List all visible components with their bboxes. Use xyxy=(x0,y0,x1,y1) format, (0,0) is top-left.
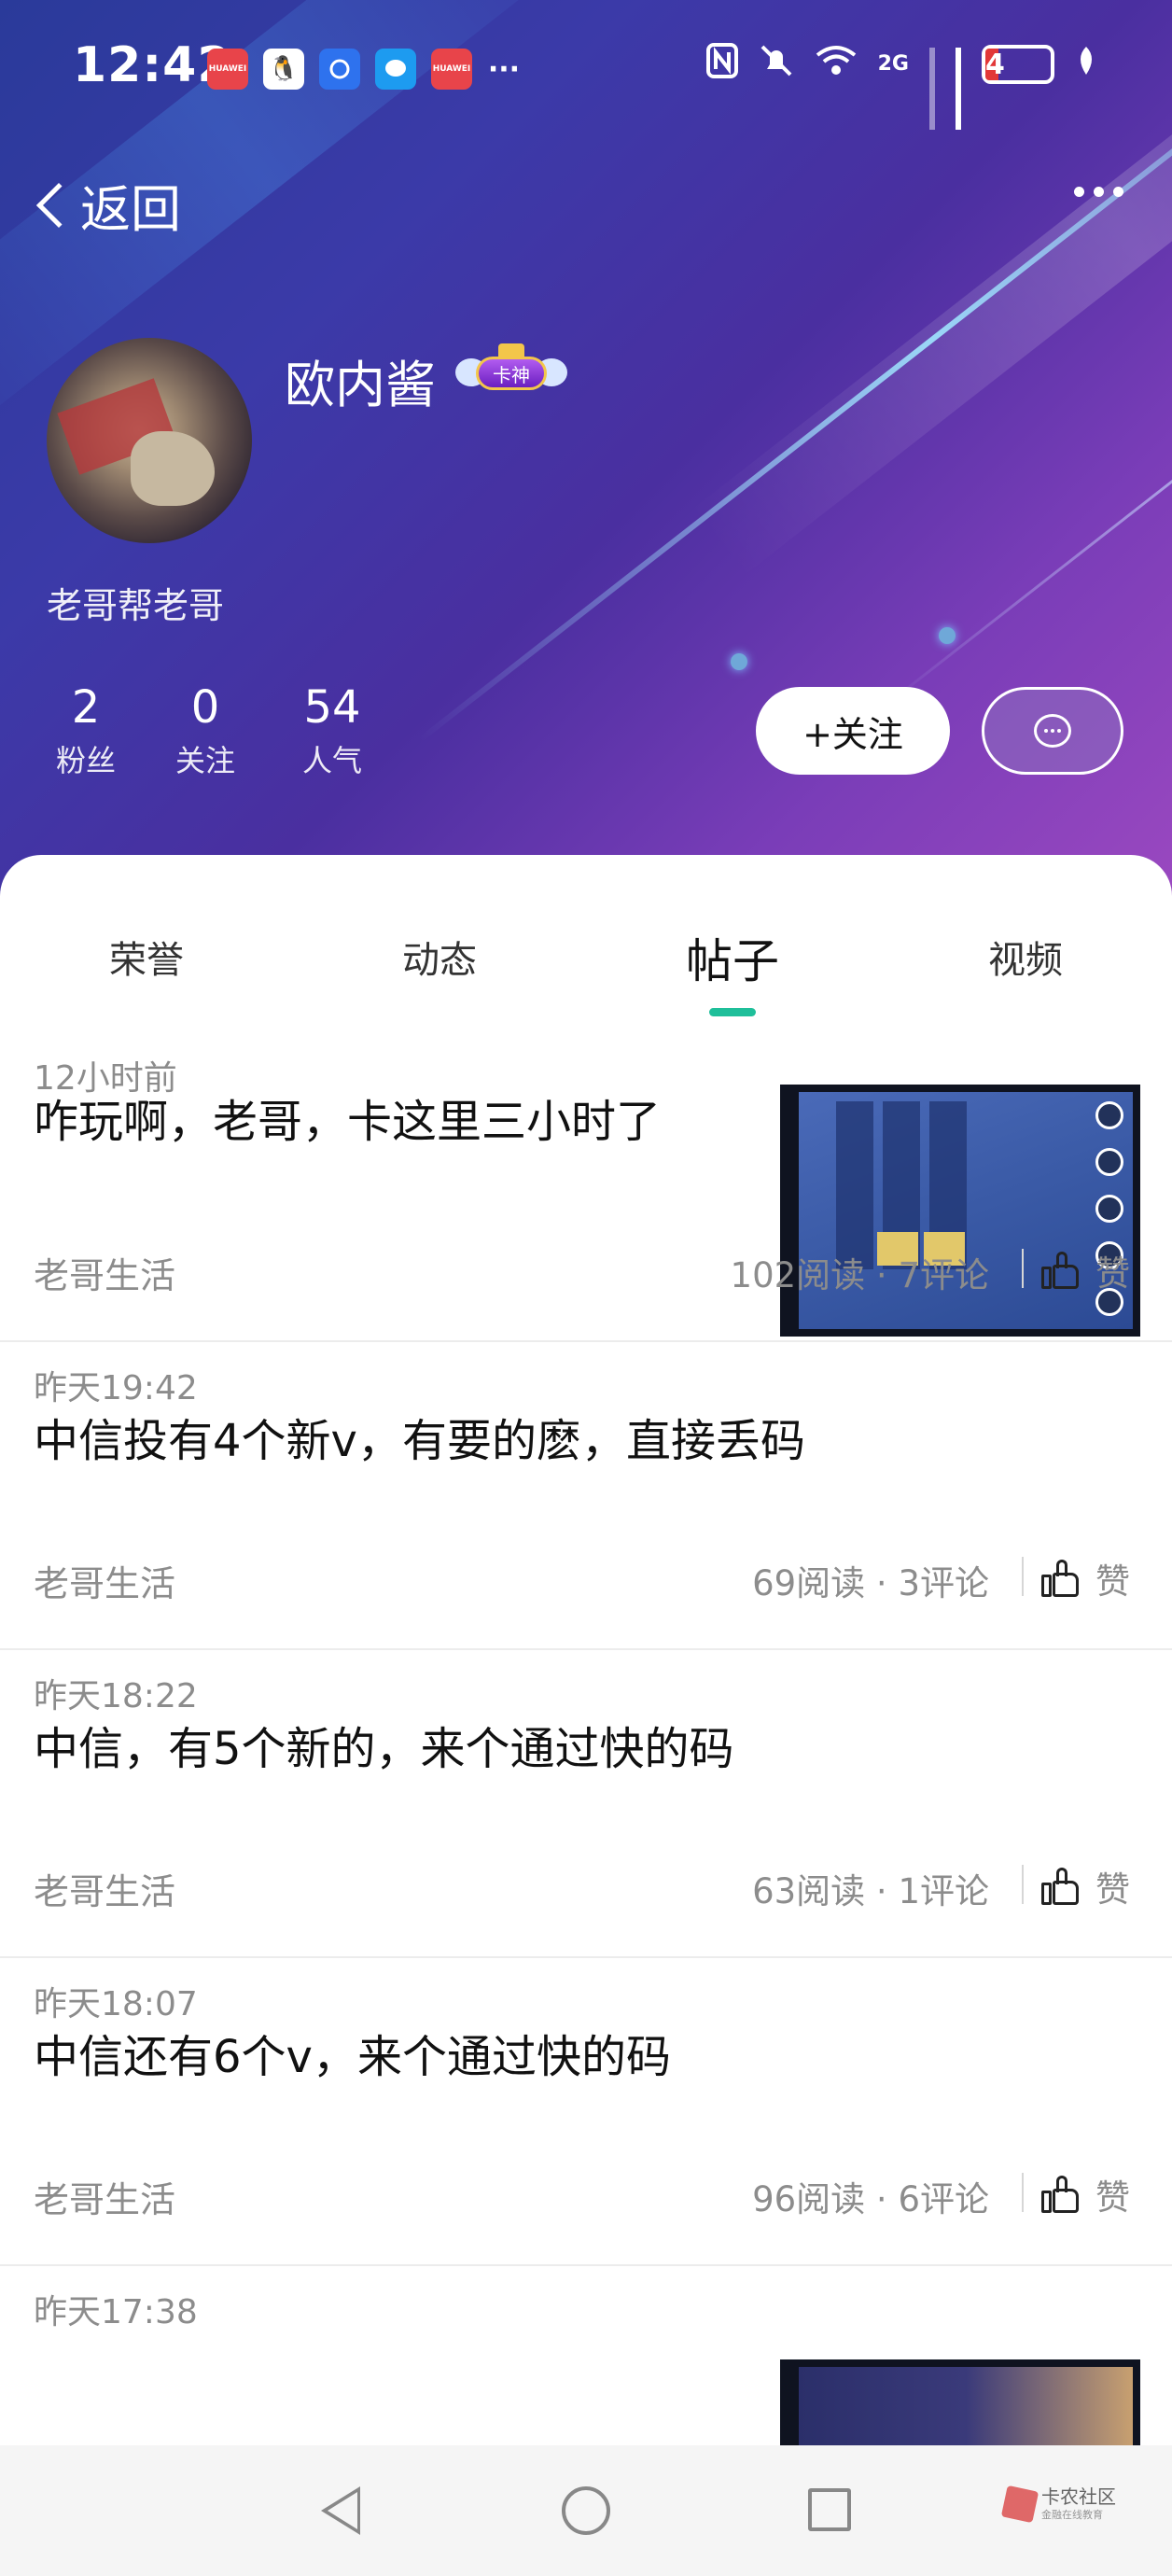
username: 欧内酱 xyxy=(285,356,436,414)
like-button[interactable]: 赞 xyxy=(1041,1553,1130,1603)
post-thumbnail[interactable] xyxy=(780,1085,1140,1337)
follow-button[interactable]: +关注 xyxy=(756,687,950,775)
post-category[interactable]: 老哥生活 xyxy=(34,1863,175,1914)
nav-home-icon[interactable] xyxy=(562,2486,610,2535)
post-item[interactable]: 昨天19:42 中信投有4个新v，有要的麽，直接丢码 老哥生活 69阅读 · 3… xyxy=(0,1342,1172,1650)
post-title: 中信，有5个新的，来个通过快的码 xyxy=(34,1723,734,1775)
nav-back-icon[interactable] xyxy=(321,2486,360,2535)
thumbs-up-icon xyxy=(1041,1560,1081,1597)
post-category[interactable]: 老哥生活 xyxy=(34,2171,175,2222)
watermark-logo-icon xyxy=(1000,2485,1039,2524)
post-item[interactable]: 昨天18:22 中信，有5个新的，来个通过快的码 老哥生活 63阅读 · 1评论… xyxy=(0,1650,1172,1958)
huawei-app-icon: HUAWEI xyxy=(431,49,472,90)
like-button[interactable]: 赞 xyxy=(1041,1861,1130,1911)
like-label: 赞 xyxy=(1095,1253,1130,1294)
qq-icon: 🐧 xyxy=(263,49,304,90)
back-label: 返回 xyxy=(80,180,181,239)
tab-honors[interactable]: 荣誉 xyxy=(109,930,184,984)
thumbs-up-icon xyxy=(1041,1868,1081,1905)
rank-badge[interactable]: 卡神 xyxy=(455,343,567,398)
post-stats: 63阅读 · 1评论 xyxy=(752,1871,989,1911)
stat-following[interactable]: 0 关注 xyxy=(175,681,235,780)
like-button[interactable]: 赞 xyxy=(1041,1245,1130,1295)
post-category[interactable]: 老哥生活 xyxy=(34,1247,175,1298)
battery-icon: 4 xyxy=(982,44,1054,84)
post-item[interactable]: 昨天18:07 中信还有6个v，来个通过快的码 老哥生活 96阅读 · 6评论 … xyxy=(0,1958,1172,2266)
post-time: 昨天18:22 xyxy=(34,1677,198,1715)
thumbs-up-icon xyxy=(1041,1252,1081,1289)
post-stats: 69阅读 · 3评论 xyxy=(752,1563,989,1603)
watermark-subtitle: 金融在线教育 xyxy=(1041,2509,1103,2521)
post-time: 昨天19:42 xyxy=(34,1369,198,1407)
rank-badge-label: 卡神 xyxy=(476,357,547,390)
stat-label: 关注 xyxy=(175,743,236,778)
stat-label: 人气 xyxy=(302,743,363,778)
post-time: 昨天17:38 xyxy=(34,2293,198,2331)
active-tab-indicator xyxy=(709,1008,756,1016)
message-icon xyxy=(375,49,416,90)
notification-icons: HUAWEI 🐧 HUAWEI ··· xyxy=(207,49,521,90)
tab-activity[interactable]: 动态 xyxy=(402,930,477,984)
like-label: 赞 xyxy=(1095,1869,1130,1910)
signal-icon-sim2 xyxy=(929,47,935,130)
mute-bell-icon xyxy=(759,43,794,85)
post-time: 昨天18:07 xyxy=(34,1985,198,2023)
content-card: 荣誉 动态 帖子 视频 12小时前 咋玩啊，老哥，卡这里三小时了 老哥生活 10… xyxy=(0,855,1172,2576)
post-title: 中信投有4个新v，有要的麽，直接丢码 xyxy=(34,1415,805,1467)
like-label: 赞 xyxy=(1095,1561,1130,1602)
stat-label: 粉丝 xyxy=(56,743,117,778)
network-type-label: 2G xyxy=(877,52,909,76)
stat-value: 2 xyxy=(71,681,101,734)
more-dots-icon: ··· xyxy=(487,52,521,86)
stat-value: 0 xyxy=(190,681,220,734)
post-thumbnail[interactable] xyxy=(780,2359,1140,2453)
user-bio: 老哥帮老哥 xyxy=(47,585,225,626)
message-button[interactable] xyxy=(982,687,1123,775)
stat-value: 54 xyxy=(303,681,361,734)
post-title: 中信还有6个v，来个通过快的码 xyxy=(34,2031,671,2083)
post-title: 咋玩啊，老哥，卡这里三小时了 xyxy=(34,1096,662,1148)
watermark-title: 卡农社区 xyxy=(1041,2485,1116,2508)
chevron-left-icon xyxy=(35,182,82,228)
stat-fans[interactable]: 2 粉丝 xyxy=(56,681,116,780)
watermark: 卡农社区 金融在线教育 xyxy=(1000,2485,1116,2524)
chat-bubble-icon xyxy=(1034,714,1071,748)
post-stats: 102阅读 · 7评论 xyxy=(730,1255,989,1295)
post-item[interactable]: 昨天17:38 xyxy=(0,2266,1172,2453)
system-icons: 2G 4 xyxy=(705,43,1097,130)
avatar[interactable] xyxy=(47,338,252,543)
tab-videos[interactable]: 视频 xyxy=(988,930,1063,984)
nfc-icon xyxy=(705,43,738,85)
wifi-icon xyxy=(815,44,858,84)
post-stats: 96阅读 · 6评论 xyxy=(752,2179,989,2219)
system-navigation-bar: 卡农社区 金融在线教育 xyxy=(0,2445,1172,2576)
tab-posts[interactable]: 帖子 xyxy=(686,924,779,991)
like-label: 赞 xyxy=(1095,2177,1130,2218)
thumbs-up-icon xyxy=(1041,2176,1081,2213)
leaf-icon xyxy=(1075,45,1097,83)
nav-recent-apps-icon[interactable] xyxy=(808,2488,851,2531)
signal-icon-sim1 xyxy=(956,47,961,130)
post-category[interactable]: 老哥生活 xyxy=(34,1555,175,1606)
status-bar: 12:42 HUAWEI 🐧 HUAWEI ··· 2G 4 xyxy=(0,0,1172,131)
more-options-button[interactable] xyxy=(1074,187,1123,197)
like-button[interactable]: 赞 xyxy=(1041,2169,1130,2219)
stat-popularity: 54 人气 xyxy=(302,681,362,780)
blue-app-icon xyxy=(319,49,360,90)
profile-tabs: 荣誉 动态 帖子 视频 xyxy=(0,855,1172,995)
huawei-app-icon: HUAWEI xyxy=(207,49,248,90)
post-item[interactable]: 12小时前 咋玩啊，老哥，卡这里三小时了 老哥生活 102阅读 · 7评论 赞 xyxy=(0,1032,1172,1342)
back-button[interactable]: 返回 xyxy=(30,168,181,242)
